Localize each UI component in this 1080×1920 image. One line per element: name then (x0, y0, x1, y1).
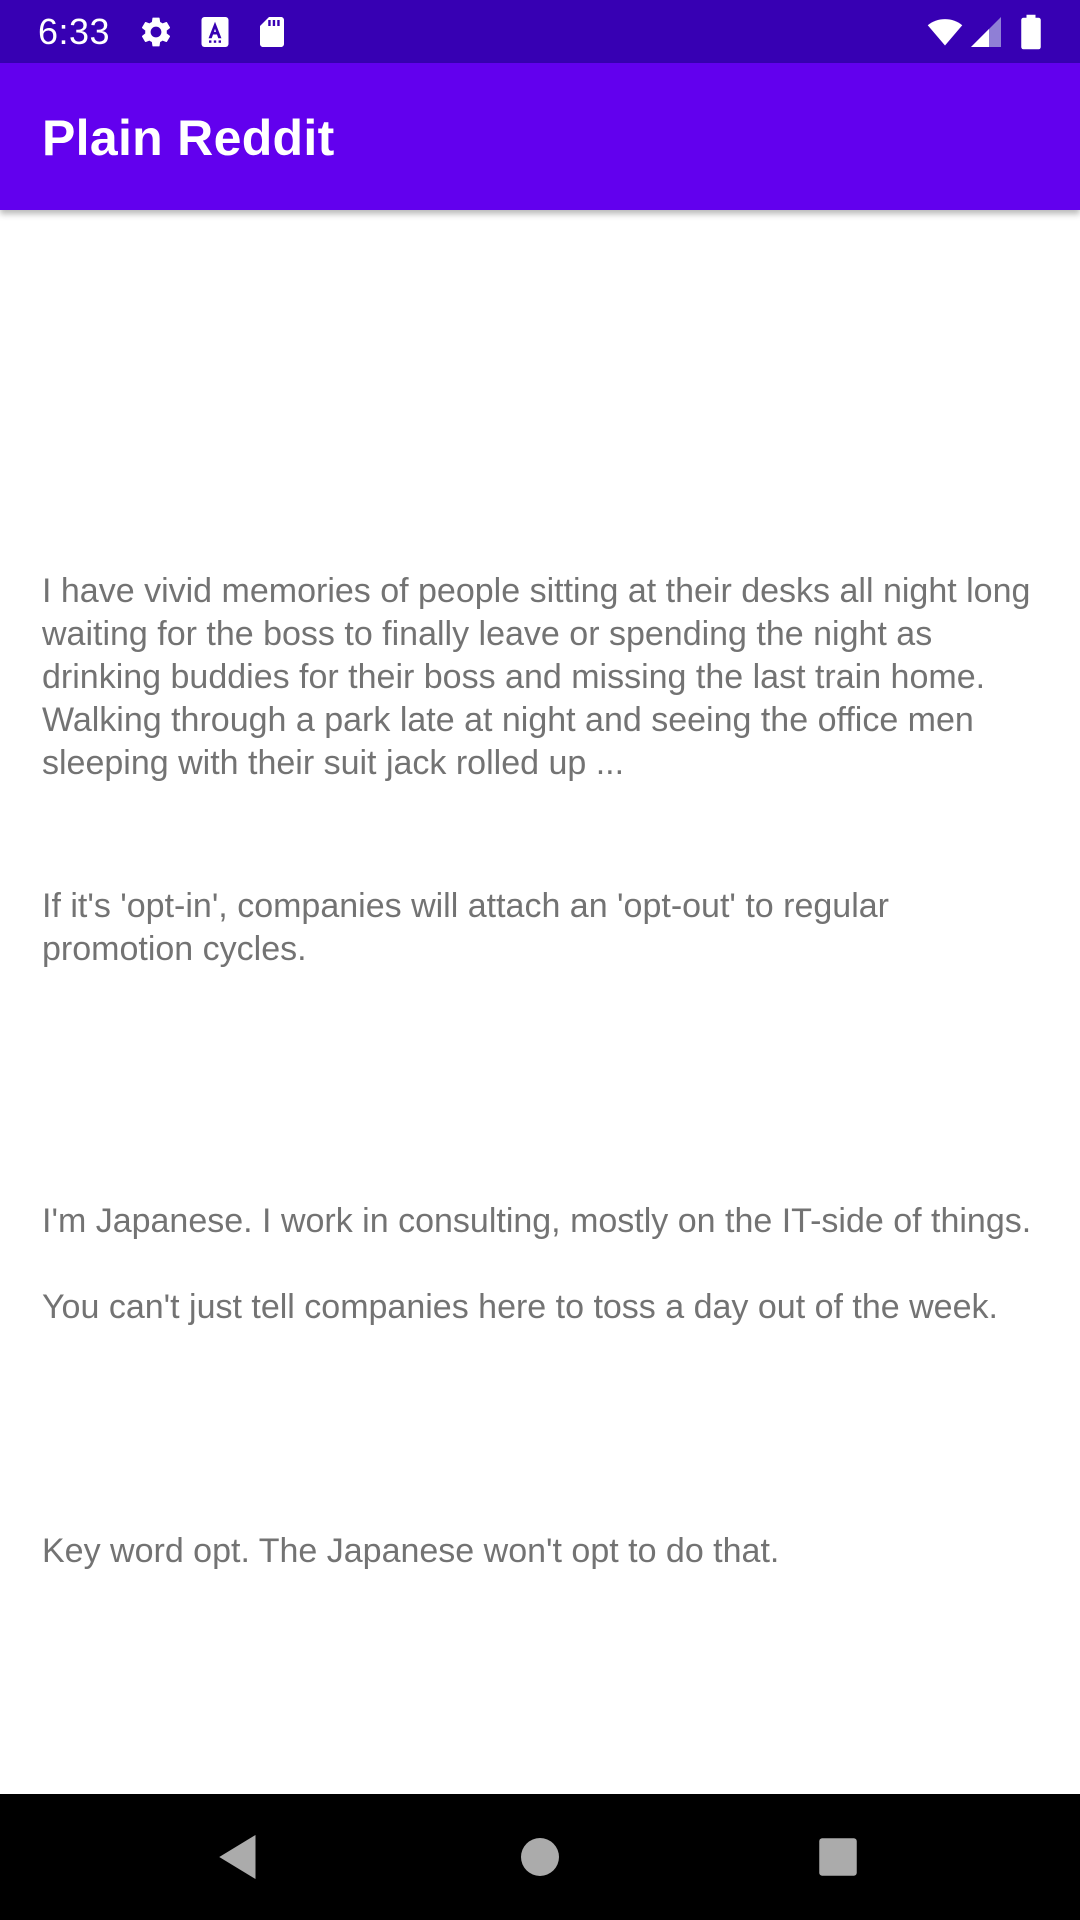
comment-item[interactable]: I have vivid memories of people sitting … (42, 570, 1032, 793)
status-time: 6:33 (38, 11, 111, 52)
gear-icon (138, 14, 174, 50)
comment-item[interactable]: If it's 'opt-in', companies will attach … (42, 885, 1032, 975)
comment-item[interactable]: I'm Japanese. I work in consulting, most… (42, 1200, 1032, 1430)
comment-list[interactable]: I have vivid memories of people sitting … (0, 210, 1080, 1794)
sd-card-icon (254, 14, 290, 50)
navigation-bar (0, 1794, 1080, 1920)
back-icon[interactable] (208, 1827, 268, 1887)
status-bar: 6:33 (0, 0, 1080, 63)
battery-icon (1016, 14, 1046, 50)
app-bar: Plain Reddit (0, 63, 1080, 210)
home-icon[interactable] (510, 1827, 570, 1887)
cellular-signal-icon (968, 14, 1004, 50)
wifi-icon (924, 14, 966, 50)
comment-item[interactable]: Key word opt. The Japanese won't opt to … (42, 1530, 1032, 1578)
app-title: Plain Reddit (42, 110, 335, 166)
recents-icon[interactable] (808, 1827, 868, 1887)
text-a-icon (197, 14, 233, 50)
screen: 6:33 Plain Reddit I have vivid memories … (0, 0, 1080, 1920)
